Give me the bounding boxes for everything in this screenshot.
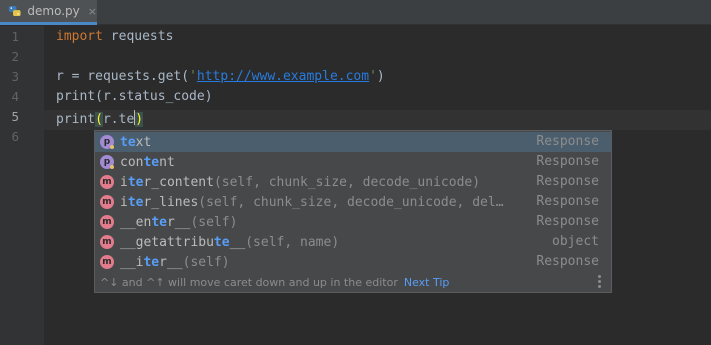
typed-text: r.te — [102, 112, 135, 127]
completion-item[interactable]: m iter_content (self, chunk_size, decode_u… — [95, 172, 611, 192]
matched-chars: te — [151, 214, 167, 230]
name-prefix: __i — [120, 254, 144, 270]
python-file-icon — [8, 5, 21, 17]
matched-paren: ) — [135, 112, 144, 127]
matched-chars: te — [127, 194, 144, 210]
matched-chars: te — [143, 154, 160, 170]
code-line-1[interactable]: import requests — [56, 27, 173, 47]
code-text: requests — [102, 29, 174, 44]
completion-footer: ^↓ and ^↑ will move caret down and up in… — [95, 272, 611, 292]
line-number: 3 — [11, 69, 19, 84]
current-line-highlight — [44, 110, 711, 130]
completion-item[interactable]: m __getattribute__ (self, name) object — [95, 232, 611, 252]
editor-tab-bar: demo.py × — [0, 0, 711, 25]
next-tip-link[interactable]: Next Tip — [404, 276, 450, 289]
completion-item-name: __enter__ — [120, 215, 190, 230]
string-quote: ' — [189, 69, 197, 84]
matched-paren: ( — [95, 112, 103, 127]
completion-item[interactable]: m __enter__ (self) Response — [95, 212, 611, 232]
completion-item-name: iter_content — [120, 175, 214, 190]
matched-chars: te — [213, 234, 230, 250]
property-icon: p — [100, 135, 114, 149]
method-icon: m — [100, 215, 114, 229]
method-icon: m — [100, 235, 114, 249]
tab-filename: demo.py — [27, 4, 80, 18]
completion-item-signature: (self, chunk_size, decode_unicode, del… — [198, 194, 504, 210]
method-icon: m — [100, 175, 114, 189]
completion-item-type: object — [552, 234, 599, 249]
completion-item-signature: (self, chunk_size, decode_unicode) — [213, 174, 481, 190]
more-options-icon[interactable] — [598, 275, 601, 290]
completion-item-type: Response — [536, 214, 599, 229]
code-line-4[interactable]: print(r.status_code) — [56, 87, 213, 107]
name-suffix: r__ — [159, 254, 183, 270]
name-suffix: r_content — [143, 174, 214, 190]
line-number: 4 — [11, 89, 19, 104]
line-number: 2 — [11, 49, 19, 64]
keyword: import — [56, 29, 103, 44]
navigation-hint: ^↓ and ^↑ will move caret down and up in… — [100, 275, 398, 289]
name-prefix: con — [120, 154, 144, 170]
string-quote: ' — [369, 69, 377, 84]
code-line-5[interactable]: print(r.te) — [56, 110, 144, 130]
method-icon: m — [100, 195, 114, 209]
completion-item-signature: (self) — [182, 254, 230, 270]
completion-item-type: Response — [536, 174, 599, 189]
completion-item-type: Response — [536, 254, 599, 269]
matched-chars: te — [120, 134, 136, 150]
url-link[interactable]: http://www.example.com — [197, 69, 369, 84]
tab-demo-py[interactable]: demo.py × — [0, 0, 97, 25]
completion-item-type: Response — [536, 194, 599, 209]
completion-item[interactable]: p content Response — [95, 152, 611, 172]
name-prefix: i — [120, 194, 128, 210]
close-tab-icon[interactable]: × — [88, 5, 97, 18]
completion-item[interactable]: m iter_lines (self, chunk_size, decode_uni… — [95, 192, 611, 212]
completion-item-type: Response — [536, 134, 599, 149]
completion-item[interactable]: m __iter__ (self) Response — [95, 252, 611, 272]
matched-chars: te — [127, 174, 144, 190]
property-icon: p — [100, 155, 114, 169]
name-prefix: __getattribu — [120, 234, 214, 250]
code-text: r = requests.get( — [56, 69, 190, 84]
name-suffix: __ — [229, 234, 246, 250]
method-icon: m — [100, 255, 114, 269]
name-prefix: __en — [120, 214, 152, 230]
completion-item-signature: (self) — [190, 214, 238, 230]
code-text: ) — [376, 69, 385, 84]
name-suffix: r_lines — [143, 194, 199, 210]
completion-item[interactable]: p text Response — [95, 132, 611, 152]
name-prefix: i — [120, 174, 128, 190]
completion-item-name: content — [120, 155, 175, 170]
code-completion-popup: p text Response p content Response m iter_conte… — [94, 130, 612, 293]
line-number: 6 — [11, 129, 19, 144]
completion-item-type: Response — [536, 154, 599, 169]
completion-item-name: __iter__ — [120, 255, 183, 270]
completion-item-name: iter_lines — [120, 195, 198, 210]
line-number: 1 — [11, 29, 19, 44]
name-suffix: nt — [159, 154, 175, 170]
completion-item-name: text — [120, 135, 151, 150]
code-line-3[interactable]: r = requests.get('http://www.example.com… — [56, 67, 385, 87]
matched-chars: te — [143, 254, 160, 270]
completion-item-signature: (self, name) — [245, 234, 340, 250]
line-number-current: 5 — [11, 109, 19, 124]
completion-item-name: __getattribute__ — [120, 235, 245, 250]
line-number-gutter: 1 2 3 4 5 6 — [0, 26, 44, 345]
name-suffix: xt — [135, 134, 152, 150]
code-text: print — [56, 112, 96, 127]
name-suffix: r__ — [166, 214, 191, 230]
